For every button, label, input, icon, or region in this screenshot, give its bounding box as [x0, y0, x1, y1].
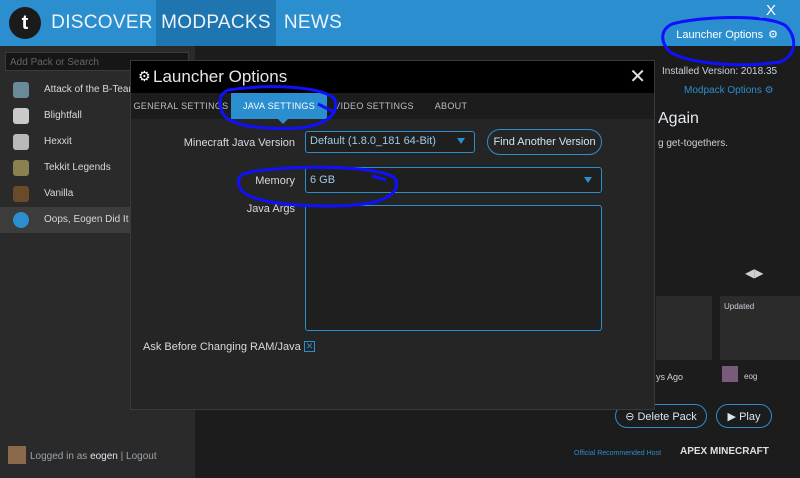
tab-discover[interactable]: DISCOVER — [48, 0, 156, 46]
installed-version-text: Installed Version: 2018.35 — [662, 66, 778, 77]
tab-modpacks[interactable]: MODPACKS — [156, 0, 276, 46]
gear-icon: ⚙ — [768, 29, 778, 41]
news-thumbnail[interactable]: Updated — [720, 296, 800, 360]
java-version-label: Minecraft Java Version — [183, 137, 295, 149]
ask-before-changing-label: Ask Before Changing RAM/Java — [143, 341, 301, 353]
find-another-version-button[interactable]: Find Another Version — [487, 129, 602, 155]
close-window-button[interactable]: X — [766, 2, 776, 19]
play-button[interactable]: ▶ Play — [716, 404, 772, 428]
active-tab-indicator — [278, 119, 288, 124]
java-args-label: Java Args — [246, 203, 295, 215]
apex-logo[interactable]: APEX MINECRAFT — [680, 446, 769, 457]
pack-icon — [13, 134, 29, 150]
pack-title-fragment: Again — [658, 110, 699, 127]
ask-before-changing-checkbox[interactable]: ✕ — [304, 341, 315, 352]
launcher-options-button[interactable]: Launcher Options ⚙ — [676, 28, 778, 41]
settings-tabs: GENERAL SETTINGS JAVA SETTINGS VIDEO SET… — [131, 93, 654, 119]
technic-logo-icon: t — [9, 7, 41, 39]
logout-link[interactable]: | Logout — [121, 451, 157, 462]
dialog-title: Launcher Options — [153, 67, 288, 86]
tab-general-settings[interactable]: GENERAL SETTINGS — [131, 93, 231, 119]
tab-java-settings[interactable]: JAVA SETTINGS — [231, 93, 327, 119]
memory-label: Memory — [255, 175, 295, 187]
pack-icon — [13, 186, 29, 202]
gear-icon: ⚙ — [138, 68, 151, 84]
dialog-header: ⚙ Launcher Options ✕ — [131, 61, 654, 93]
pack-icon — [13, 212, 29, 228]
user-avatar — [8, 446, 26, 464]
chevron-down-icon — [457, 138, 465, 144]
arrow-right-icon[interactable]: ▶ — [754, 266, 763, 280]
java-args-textarea[interactable] — [305, 205, 602, 331]
gear-icon: ⚙ — [764, 85, 774, 96]
author-avatar — [722, 366, 738, 382]
pack-icon — [13, 108, 29, 124]
delete-icon: ⊖ — [625, 411, 635, 423]
pack-icon — [13, 82, 29, 98]
minimize-button[interactable]: _ — [754, 2, 762, 19]
chevron-down-icon — [584, 177, 592, 183]
play-icon: ▶ — [727, 411, 736, 423]
updated-ago-text: ys Ago — [656, 372, 684, 382]
modpack-options-link[interactable]: Modpack Options ⚙ — [684, 85, 774, 96]
tab-about[interactable]: ABOUT — [421, 93, 481, 119]
arrow-left-icon[interactable]: ◀ — [745, 266, 754, 280]
launcher-options-label: Launcher Options — [676, 29, 764, 41]
close-icon[interactable]: ✕ — [629, 64, 646, 89]
memory-select[interactable]: 6 GB — [305, 167, 602, 193]
pack-description-fragment: g get-togethers. — [658, 138, 729, 149]
author-name-fragment: eog — [744, 372, 758, 381]
news-thumbnail[interactable] — [656, 296, 712, 360]
launcher-options-dialog: ⚙ Launcher Options ✕ GENERAL SETTINGS JA… — [130, 60, 655, 410]
pack-icon — [13, 160, 29, 176]
login-status: Logged in as eogen | Logout — [30, 451, 157, 462]
host-text: Official Recommended Host — [574, 450, 662, 457]
java-version-select[interactable]: Default (1.8.0_181 64-Bit) — [305, 131, 475, 153]
tab-video-settings[interactable]: VIDEO SETTINGS — [327, 93, 421, 119]
tab-news[interactable]: NEWS — [276, 0, 350, 46]
carousel-arrows[interactable]: ◀▶ — [745, 266, 763, 280]
